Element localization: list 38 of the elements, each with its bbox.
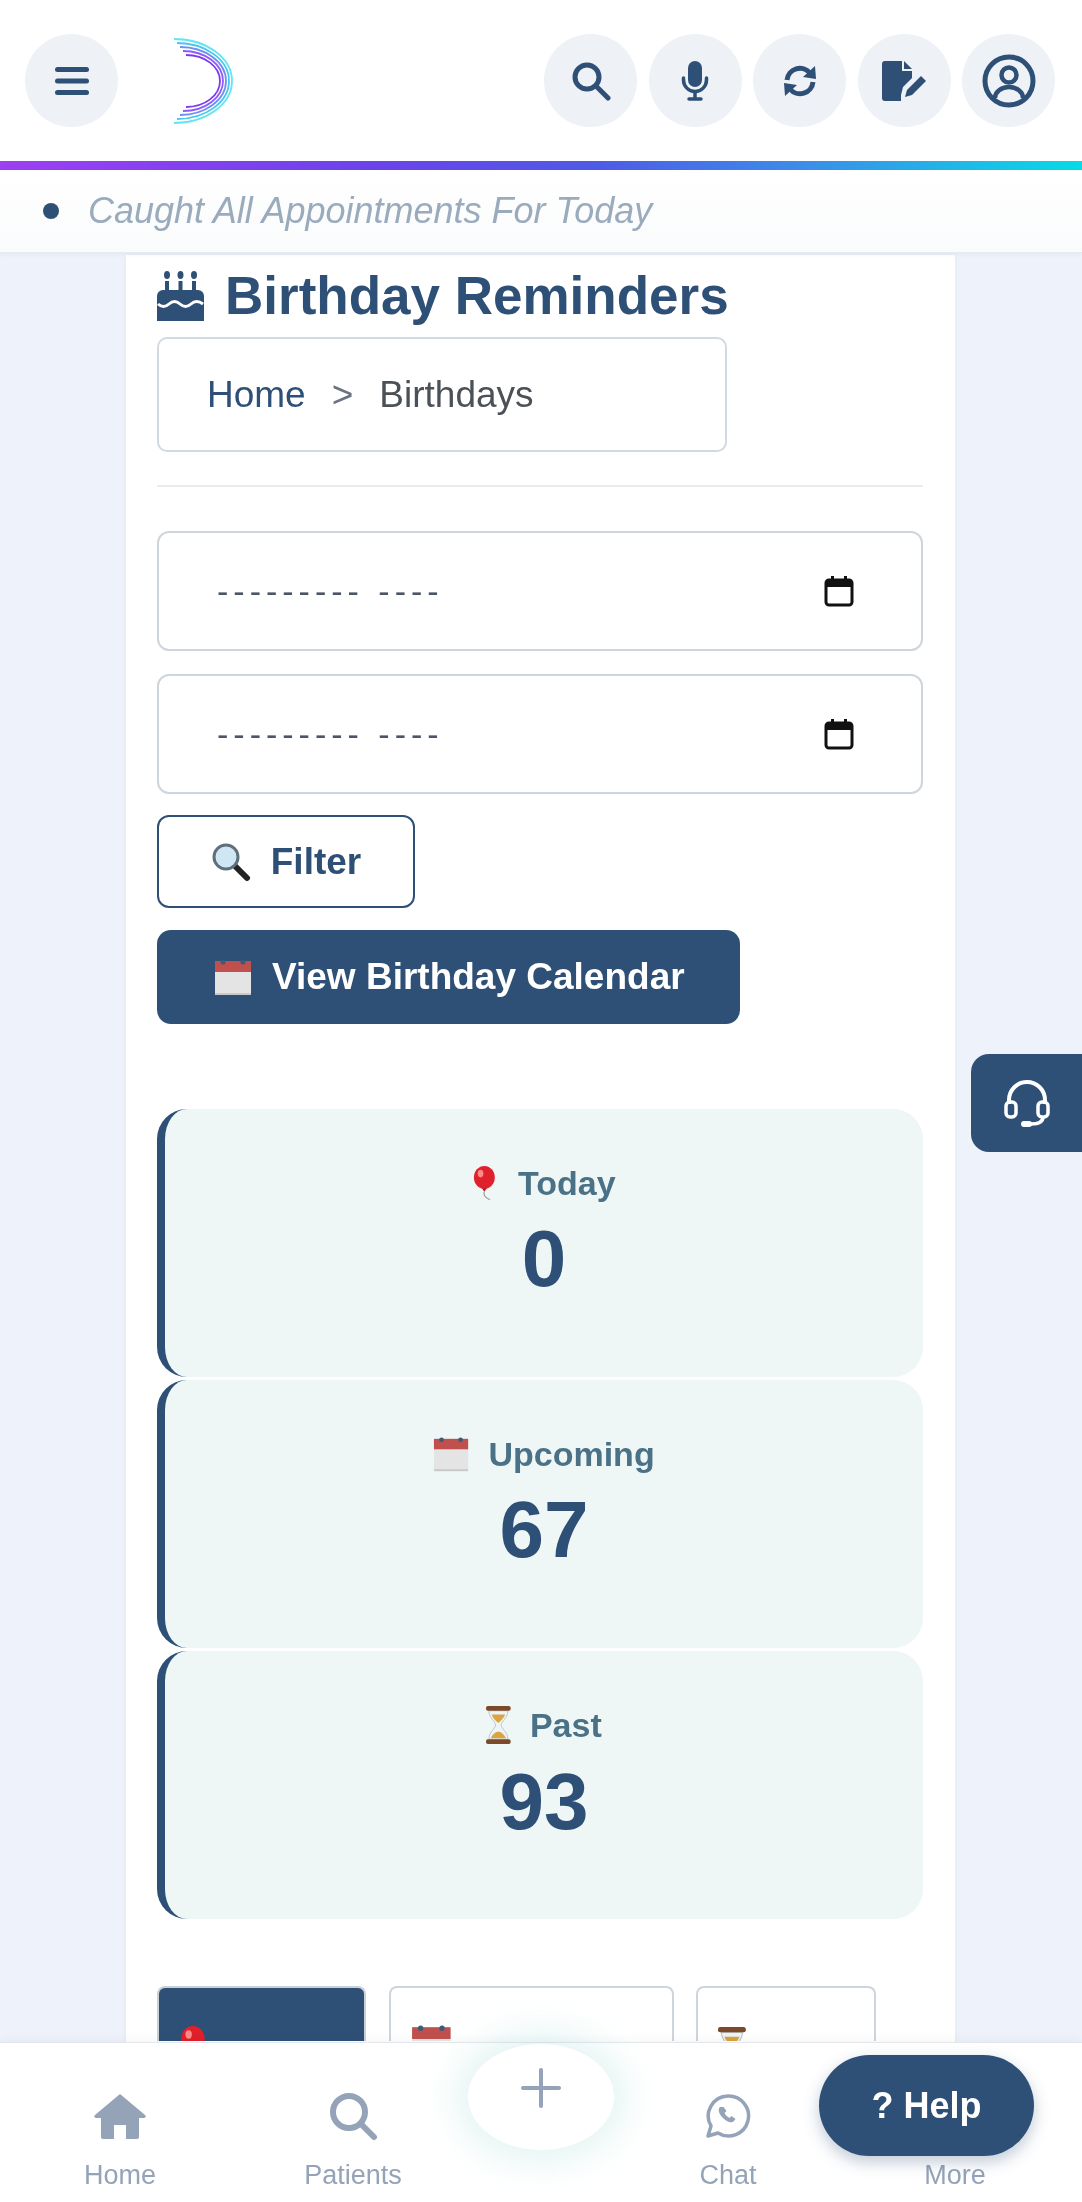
plus-icon bbox=[521, 2068, 561, 2108]
calendar-button[interactable]: View Birthday Calendar bbox=[157, 930, 740, 1024]
stat-label: Upcoming bbox=[488, 1434, 655, 1475]
search-icon bbox=[328, 2091, 378, 2141]
magnifier-icon bbox=[210, 841, 251, 882]
stat-label: Past bbox=[529, 1705, 602, 1746]
cake-icon bbox=[157, 271, 204, 321]
date-field[interactable]: --------- ---- bbox=[157, 531, 923, 651]
chat-icon bbox=[705, 2093, 751, 2139]
hourglass-icon bbox=[486, 1706, 511, 1744]
page-title: Birthday Reminders bbox=[225, 265, 729, 327]
calendar-icon bbox=[214, 958, 252, 996]
filter-tab[interactable] bbox=[157, 1986, 366, 2041]
help-button[interactable]: ? Help bbox=[819, 2055, 1034, 2156]
stat-value: 67 bbox=[499, 1485, 589, 1575]
bullet-icon bbox=[43, 203, 59, 219]
stat-label: Today bbox=[518, 1163, 616, 1204]
support-button[interactable] bbox=[971, 1054, 1082, 1152]
breadcrumb-link[interactable]: Home bbox=[207, 373, 306, 416]
microphone-icon bbox=[681, 60, 709, 101]
user-icon bbox=[981, 53, 1036, 108]
breadcrumb-current: Birthdays bbox=[379, 373, 534, 416]
logo-icon bbox=[172, 36, 234, 125]
filter-button[interactable]: Filter bbox=[157, 815, 415, 908]
ticker-text: Caught All Appointments For Today bbox=[88, 190, 653, 232]
document-edit-icon bbox=[881, 60, 927, 101]
filter-tab[interactable] bbox=[388, 1986, 674, 2041]
date-field[interactable]: --------- ---- bbox=[157, 674, 923, 794]
headset-icon bbox=[1002, 1078, 1051, 1128]
stat-value: 93 bbox=[499, 1757, 589, 1846]
stat-value: 0 bbox=[521, 1214, 567, 1303]
calendar-icon[interactable] bbox=[824, 575, 854, 607]
home-icon bbox=[92, 2091, 148, 2141]
breadcrumb-separator: > bbox=[331, 373, 354, 416]
search-icon bbox=[570, 60, 611, 101]
menu-icon bbox=[54, 65, 89, 96]
calendar-icon bbox=[433, 1435, 470, 1473]
calendar-icon[interactable] bbox=[824, 718, 854, 750]
